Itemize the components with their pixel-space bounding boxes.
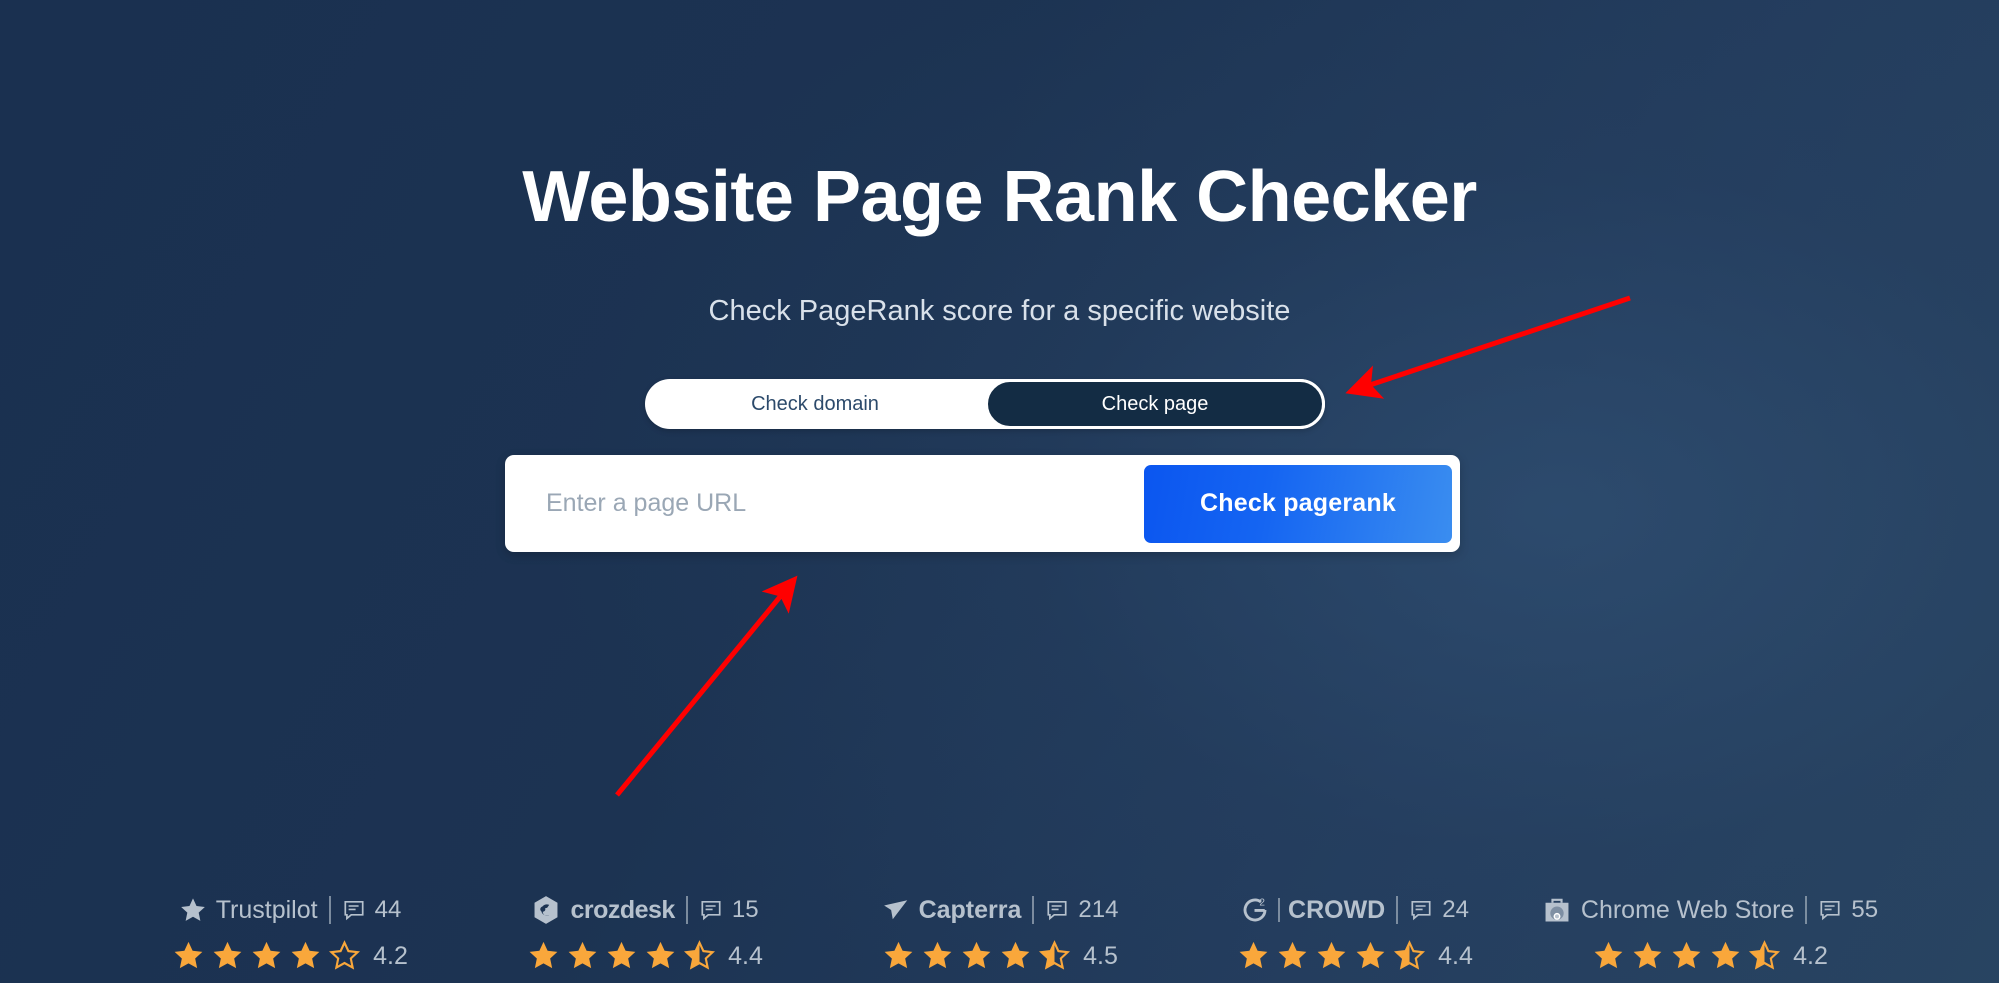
rating-value: 4.2 — [1793, 941, 1828, 970]
arrow-to-search-bar — [615, 575, 798, 797]
review-badge-header: Capterra 214 — [881, 893, 1118, 927]
star-half-icon — [1747, 939, 1782, 973]
speech-bubble-icon — [699, 898, 723, 922]
star-rating-trustpilot: 4.2 — [171, 939, 408, 973]
star-full-icon — [1353, 939, 1388, 973]
brand-logo-trustpilot: Trustpilot — [178, 896, 318, 925]
brand-name: CROWD — [1288, 895, 1386, 924]
mode-toggle[interactable]: Check domain Check page — [645, 379, 1325, 429]
trustpilot-star-icon — [178, 896, 208, 925]
brand-logo-capterra: Capterra — [881, 895, 1022, 925]
star-full-icon — [1591, 939, 1626, 973]
brand-name: Capterra — [918, 895, 1022, 924]
review-badge-trustpilot[interactable]: Trustpilot 44 4.2 — [112, 893, 467, 973]
review-badge-capterra[interactable]: Capterra 214 4.5 — [822, 893, 1177, 973]
review-count: 15 — [731, 896, 759, 923]
star-half-icon — [682, 939, 717, 973]
review-count-group: 44 — [342, 896, 402, 924]
star-full-icon — [604, 939, 639, 973]
star-rating-capterra: 4.5 — [881, 939, 1118, 973]
review-count: 55 — [1851, 896, 1879, 923]
review-count-group: 15 — [699, 896, 759, 924]
star-rating-g2crowd: 4.4 — [1236, 939, 1473, 973]
brand-name: crozdesk — [570, 895, 675, 924]
star-full-icon — [998, 939, 1033, 973]
toggle-option-check-domain[interactable]: Check domain — [645, 379, 985, 429]
speech-bubble-icon — [1818, 898, 1842, 922]
page-subtitle: Check PageRank score for a specific webs… — [708, 295, 1291, 327]
review-count: 44 — [374, 896, 402, 923]
capterra-arrow-icon — [881, 895, 911, 925]
star-rating-crozdesk: 4.4 — [526, 939, 763, 973]
review-count-group: 214 — [1045, 896, 1118, 924]
check-pagerank-button[interactable]: Check pagerank — [1144, 464, 1452, 543]
brand-name: Chrome Web Store — [1580, 895, 1795, 924]
star-full-icon — [565, 939, 600, 973]
separator — [685, 896, 688, 924]
star-full-icon — [288, 939, 323, 973]
review-badge-header: Trustpilot 44 — [178, 893, 402, 927]
star-full-icon — [171, 939, 206, 973]
review-badge-g2crowd[interactable]: 2 CROWD 24 4.4 — [1177, 893, 1532, 973]
rating-value: 4.4 — [728, 941, 763, 970]
review-badge-chrome-web-store[interactable]: Chrome Web Store 55 4.2 — [1532, 893, 1887, 973]
review-badge-header: crozdesk 15 — [530, 893, 759, 927]
speech-bubble-icon — [1409, 898, 1433, 922]
review-count: 24 — [1442, 896, 1469, 923]
star-full-icon — [959, 939, 994, 973]
review-count-group: 55 — [1818, 896, 1878, 924]
review-badge-header: 2 CROWD 24 — [1240, 893, 1469, 927]
review-badges-strip: Trustpilot 44 4.2 crozdesk 15 4.4 Capter… — [0, 893, 1999, 973]
page-url-input[interactable] — [505, 489, 1144, 518]
brand-logo-g2crowd: 2 CROWD — [1240, 895, 1385, 925]
star-half-icon — [1392, 939, 1427, 973]
star-full-icon — [881, 939, 916, 973]
separator — [1805, 896, 1808, 924]
star-full-icon — [1669, 939, 1704, 973]
star-full-icon — [1236, 939, 1271, 973]
separator — [328, 896, 331, 924]
separator — [1032, 896, 1035, 924]
separator — [1396, 896, 1399, 924]
toggle-option-check-page[interactable]: Check page — [985, 379, 1325, 429]
review-badge-crozdesk[interactable]: crozdesk 15 4.4 — [467, 893, 822, 973]
star-full-icon — [1708, 939, 1743, 973]
star-full-icon — [1275, 939, 1310, 973]
star-rating-chrome-web-store: 4.2 — [1591, 939, 1828, 973]
star-full-icon — [1314, 939, 1349, 973]
star-full-icon — [249, 939, 284, 973]
speech-bubble-icon — [1045, 898, 1069, 922]
star-full-icon — [526, 939, 561, 973]
crozdesk-hexagon-icon — [530, 894, 562, 926]
review-badge-header: Chrome Web Store 55 — [1541, 893, 1878, 927]
chrome-web-store-bag-icon — [1541, 894, 1573, 926]
brand-name: Trustpilot — [215, 895, 318, 924]
search-bar: Check pagerank — [505, 455, 1460, 552]
brand-logo-crozdesk: crozdesk — [530, 894, 675, 926]
star-full-icon — [643, 939, 678, 973]
svg-text:2: 2 — [1259, 898, 1265, 909]
rating-value: 4.5 — [1083, 941, 1118, 970]
star-empty-icon — [327, 939, 362, 973]
review-count: 214 — [1078, 896, 1119, 923]
g2-crowd-icon: 2 — [1240, 895, 1270, 925]
brand-logo-chrome-web-store: Chrome Web Store — [1541, 894, 1795, 926]
star-half-icon — [1037, 939, 1072, 973]
separator — [1278, 898, 1281, 922]
page-stage: Website Page Rank Checker Check PageRank… — [0, 0, 1999, 983]
speech-bubble-icon — [342, 898, 366, 922]
star-full-icon — [920, 939, 955, 973]
review-count-group: 24 — [1409, 896, 1469, 924]
star-full-icon — [1630, 939, 1665, 973]
page-title: Website Page Rank Checker — [522, 157, 1477, 237]
star-full-icon — [210, 939, 245, 973]
rating-value: 4.4 — [1438, 941, 1473, 970]
rating-value: 4.2 — [373, 941, 408, 970]
